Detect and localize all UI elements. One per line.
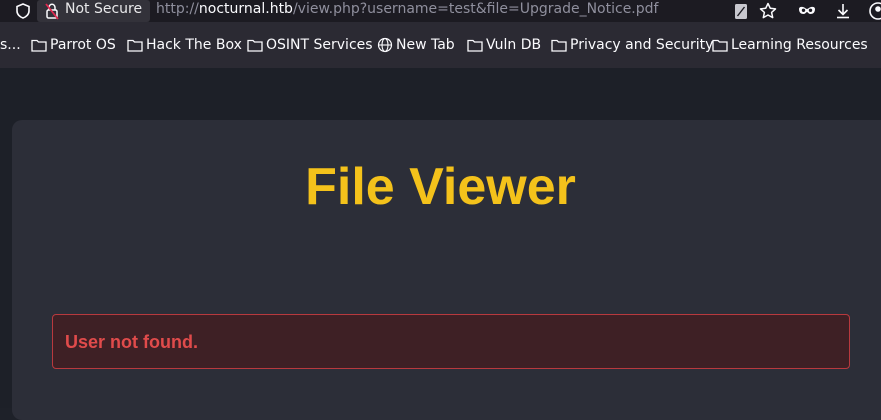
bookmark-label: Privacy and Security [570, 37, 714, 53]
bookmark-new-tab[interactable]: New Tab [377, 36, 455, 54]
reader-view-icon[interactable] [731, 1, 751, 21]
private-mask-icon[interactable] [797, 1, 817, 21]
bookmark-label: Vuln DB [486, 37, 542, 53]
folder-icon [712, 39, 728, 52]
download-icon[interactable] [833, 1, 853, 21]
url-path: /view.php?username=test&file=Upgrade_Not… [292, 1, 659, 17]
globe-icon [377, 37, 393, 53]
bookmark-osint-services[interactable]: OSINT Services [247, 36, 373, 54]
folder-icon [127, 39, 143, 52]
browser-toolbar: Not Secure http://nocturnal.htb/view.php… [0, 0, 881, 22]
bookmark-label: OSINT Services [266, 37, 373, 53]
bookmark-star-icon[interactable] [758, 1, 778, 21]
bookmark-learning-resources[interactable]: Learning Resources [712, 36, 868, 54]
shield-icon[interactable] [15, 2, 31, 20]
page-content: File Viewer User not found. [0, 68, 881, 420]
folder-icon [551, 39, 567, 52]
bookmarks-toolbar: s... Parrot OS Hack The Box OSINT Servic… [0, 22, 881, 68]
url-host: nocturnal.htb [198, 1, 293, 17]
folder-icon [247, 39, 263, 52]
error-message: User not found. [65, 332, 198, 352]
bookmark-label: Parrot OS [50, 37, 116, 53]
folder-icon [467, 39, 483, 52]
url-prefix: http:// [156, 1, 199, 17]
security-indicator[interactable]: Not Secure [37, 0, 150, 22]
account-icon[interactable] [868, 1, 881, 21]
bookmark-parrot-os[interactable]: Parrot OS [31, 36, 116, 54]
security-label: Not Secure [65, 1, 143, 17]
bookmark-hack-the-box[interactable]: Hack The Box [127, 36, 242, 54]
url-text[interactable]: http://nocturnal.htb/view.php?username=t… [156, 1, 658, 17]
bookmark-vuln-db[interactable]: Vuln DB [467, 36, 541, 54]
bookmark-label: Learning Resources [731, 37, 868, 53]
error-alert: User not found. [52, 314, 850, 369]
bookmark-item[interactable]: s... [0, 36, 21, 54]
bookmark-label: s... [0, 37, 21, 53]
bookmark-label: Hack The Box [146, 37, 242, 53]
page-title: File Viewer [305, 158, 576, 216]
bookmark-privacy-and-security[interactable]: Privacy and Security [551, 36, 713, 54]
insecure-lock-icon [45, 2, 59, 20]
bookmark-label: New Tab [396, 37, 455, 53]
address-bar[interactable]: Not Secure http://nocturnal.htb/view.php… [0, 0, 784, 22]
folder-icon [31, 39, 47, 52]
